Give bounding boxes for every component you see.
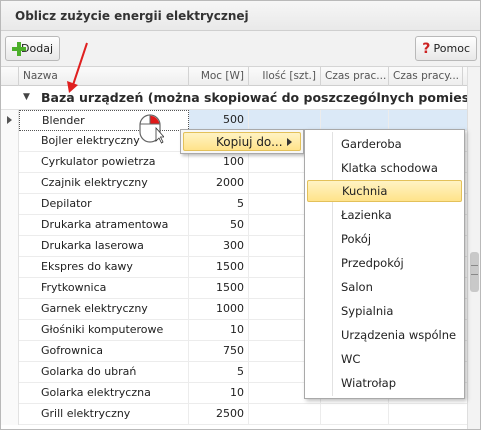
device-name[interactable]: Depilator [19,194,189,215]
submenu-item-salon[interactable]: Salon [307,276,462,298]
device-power[interactable]: 750 [189,341,249,362]
row-indicator [1,278,19,299]
row-indicator [1,110,19,131]
row-indicator [1,341,19,362]
device-power[interactable]: 5 [189,362,249,383]
device-name[interactable]: Golarka do ubrań [19,362,189,383]
device-name[interactable]: Golarka elektryczna [19,383,189,404]
device-name[interactable]: Garnek elektryczny [19,299,189,320]
mouse-right-click-icon [139,114,164,144]
copy-to-submenu: Garderoba Klatka schodowa Kuchnia Łazien… [304,129,465,399]
column-header-czas-pracy-1[interactable]: Czas prac... [321,67,389,86]
device-name[interactable]: Drukarka atramentowa [19,215,189,236]
row-indicator [1,131,19,152]
column-header-ilosc[interactable]: Ilość [szt.] [249,67,321,86]
device-quantity[interactable] [249,110,321,131]
device-time-1[interactable] [321,110,389,131]
add-button[interactable]: Dodaj [5,36,60,61]
help-icon: ? [422,40,431,57]
device-power[interactable]: 1500 [189,278,249,299]
submenu-item-lazienka[interactable]: Łazienka [307,204,462,226]
app-window: Oblicz zużycie energii elektrycznej Doda… [0,0,481,430]
device-name[interactable]: Głośniki komputerowe [19,320,189,341]
copy-to-menu-item[interactable]: Kopiuj do... [183,132,301,151]
submenu-item-wc[interactable]: WC [307,348,462,370]
scrollbar-grip-icon [471,265,478,275]
row-indicator [1,320,19,341]
submenu-item-klatka-schodowa[interactable]: Klatka schodowa [307,157,462,179]
row-indicator [1,152,19,173]
table-row[interactable]: Grill elektryczny 2500 [1,404,467,425]
row-indicator-header [1,67,19,86]
device-name[interactable]: Frytkownica [19,278,189,299]
red-arrow-icon [67,42,88,93]
device-power[interactable]: 1000 [189,299,249,320]
column-header-czas-pracy-2[interactable]: Czas pracy... [389,67,463,86]
group-title: Baza urządzeń (można skopiować do poszcz… [41,90,481,105]
row-indicator [1,194,19,215]
chevron-down-icon[interactable]: ▼ [23,92,30,102]
device-time-2[interactable] [389,110,463,131]
row-indicator [1,236,19,257]
device-name[interactable]: Grill elektryczny [19,404,189,425]
table-row[interactable]: Blender 500 [1,110,467,131]
device-power[interactable]: 300 [189,236,249,257]
device-power[interactable]: 10 [189,320,249,341]
device-quantity[interactable] [249,404,321,425]
device-name[interactable]: Drukarka laserowa [19,236,189,257]
submenu-item-pokoj[interactable]: Pokój [307,228,462,250]
device-power[interactable]: 50 [189,215,249,236]
submenu-item-sypialnia[interactable]: Sypialnia [307,300,462,322]
device-name[interactable]: Ekspres do kawy [19,257,189,278]
submenu-item-kuchnia[interactable]: Kuchnia [307,180,462,202]
row-indicator [1,215,19,236]
device-name[interactable]: Czajnik elektryczny [19,173,189,194]
device-time-1[interactable] [321,404,389,425]
help-button-label: Pomoc [433,42,470,55]
submenu-arrow-icon [287,138,292,146]
column-header-name[interactable]: Nazwa [19,67,189,86]
device-power[interactable]: 1500 [189,257,249,278]
row-indicator [1,404,19,425]
copy-to-label: Kopiuj do... [216,135,283,149]
row-indicator [1,362,19,383]
device-power[interactable]: 100 [189,152,249,173]
device-power[interactable]: 2000 [189,173,249,194]
device-power[interactable]: 10 [189,383,249,404]
device-name[interactable]: Cyrkulator powietrza [19,152,189,173]
window-title: Oblicz zużycie energii elektrycznej [15,9,249,23]
device-power[interactable]: 2500 [189,404,249,425]
current-row-arrow-icon [7,116,12,124]
device-power[interactable]: 5 [189,194,249,215]
context-menu: Kopiuj do... [180,129,304,154]
help-button[interactable]: ? Pomoc [415,36,477,61]
submenu-item-wiatrolap[interactable]: Wiatrołap [307,372,462,394]
submenu-item-urzadzenia-wspolne[interactable]: Urządzenia wspólne [307,324,462,346]
plus-icon [12,41,27,56]
submenu-item-garderoba[interactable]: Garderoba [307,133,462,155]
row-indicator [1,383,19,404]
column-header-moc[interactable]: Moc [W] [189,67,249,86]
vertical-scrollbar[interactable] [467,67,480,429]
row-indicator [1,257,19,278]
title-bar: Oblicz zużycie energii elektrycznej [1,1,480,31]
device-name[interactable]: Gofrownica [19,341,189,362]
row-indicator [1,299,19,320]
device-time-2[interactable] [389,404,463,425]
device-power[interactable]: 500 [189,110,249,131]
row-indicator [1,173,19,194]
submenu-item-przedpokoj[interactable]: Przedpokój [307,252,462,274]
